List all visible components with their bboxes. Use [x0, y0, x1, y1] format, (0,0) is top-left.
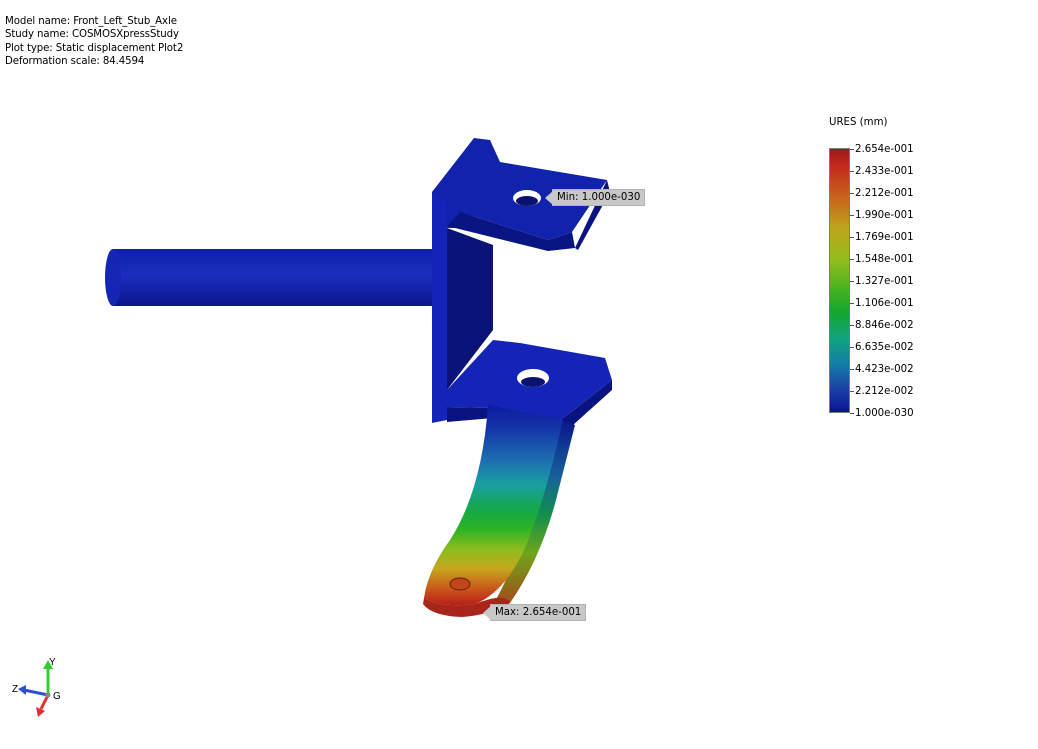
- color-bar: [829, 148, 850, 413]
- triad-y-label: Y: [49, 657, 56, 668]
- tick-label: 1.990e-001: [850, 204, 914, 226]
- triad-z-label: Z: [12, 684, 18, 695]
- legend-title: URES (mm): [829, 117, 888, 128]
- tick-label: 4.423e-002: [850, 358, 914, 380]
- axis-triad-icon: Y Z G: [12, 657, 61, 717]
- tick-label: 6.635e-002: [850, 336, 914, 358]
- tick-label: 2.654e-001: [850, 138, 914, 160]
- tick-label: 2.212e-001: [850, 182, 914, 204]
- tick-label: 1.769e-001: [850, 226, 914, 248]
- axle-shaft: [105, 249, 438, 306]
- min-callout: Min: 1.000e-030: [552, 189, 646, 206]
- tick-label: 8.846e-002: [850, 314, 914, 336]
- max-callout: Max: 2.654e-001: [490, 604, 587, 621]
- tick-label: 2.433e-001: [850, 160, 914, 182]
- triad-g-label: G: [53, 691, 61, 702]
- tick-label: 1.000e-030: [850, 402, 914, 424]
- tick-label: 1.106e-001: [850, 292, 914, 314]
- tick-label: 1.327e-001: [850, 270, 914, 292]
- tick-label: 1.548e-001: [850, 248, 914, 270]
- steering-arm: [423, 405, 575, 617]
- tick-label: 2.212e-002: [850, 380, 914, 402]
